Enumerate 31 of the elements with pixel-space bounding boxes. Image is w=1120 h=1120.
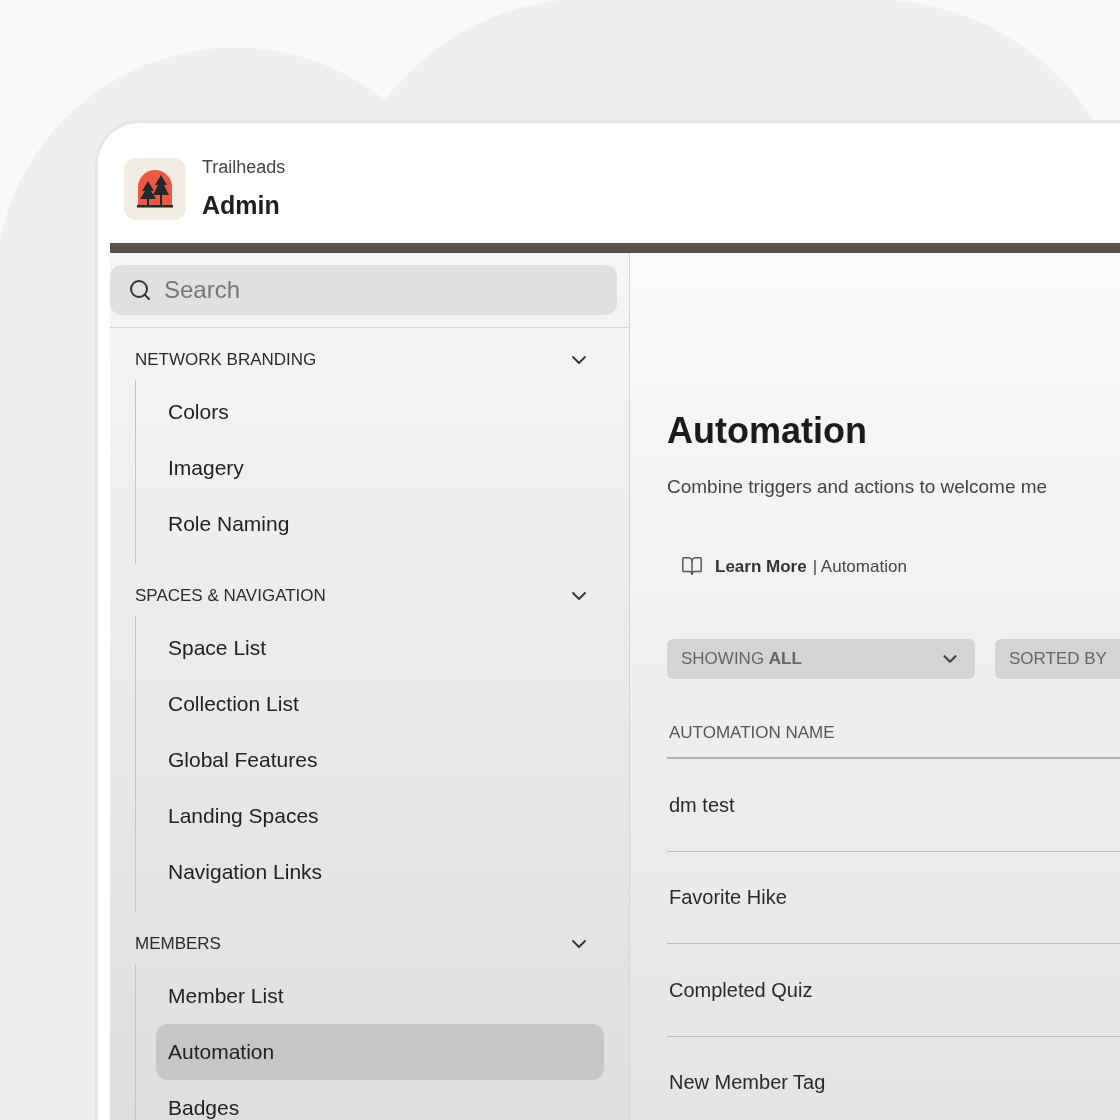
table-cell-text: Favorite Hike xyxy=(669,885,787,911)
sort-dropdown[interactable]: SORTED BY xyxy=(995,639,1120,679)
section-title: NETWORK BRANDING xyxy=(135,349,317,372)
page-title: Admin xyxy=(202,189,281,221)
filter-dropdown[interactable]: SHOWING ALL xyxy=(667,639,975,679)
search-icon xyxy=(128,278,152,302)
nav-item[interactable]: Landing Spaces xyxy=(156,788,604,844)
table-cell-text: Completed Quiz xyxy=(669,977,813,1003)
table-cell-text: New Member Tag xyxy=(669,1070,826,1096)
search-field[interactable]: Search xyxy=(110,265,617,315)
page-description: Combine triggers and actions to welcome me xyxy=(667,475,1049,499)
nav-item[interactable]: Collection List xyxy=(156,676,604,732)
nav-item[interactable]: Global Features xyxy=(156,732,604,788)
nav-item[interactable]: Member List xyxy=(156,968,604,1024)
section-title: MEMBERS xyxy=(135,933,221,956)
table-cell-text: dm test xyxy=(669,792,735,818)
nav-item[interactable]: Colors xyxy=(156,384,604,440)
nav-item[interactable]: Space List xyxy=(156,620,604,676)
app-name: Trailheads xyxy=(202,155,286,179)
app-logo xyxy=(124,158,186,220)
nav-item[interactable]: Imagery xyxy=(156,440,604,496)
section-title: SPACES & NAVIGATION xyxy=(135,585,326,608)
column-header: AUTOMATION NAME xyxy=(669,722,835,745)
nav-item[interactable]: Role Naming xyxy=(156,496,604,552)
learn-more-topic: | Automation xyxy=(812,555,907,578)
nav-item[interactable]: Navigation Links xyxy=(156,844,604,900)
nav-item[interactable]: Badges xyxy=(156,1080,604,1120)
book-icon xyxy=(681,555,703,578)
nav-item[interactable]: Automation xyxy=(156,1024,604,1080)
page-heading: Automation xyxy=(667,413,868,449)
learn-more-link[interactable]: Learn More xyxy=(715,553,807,579)
